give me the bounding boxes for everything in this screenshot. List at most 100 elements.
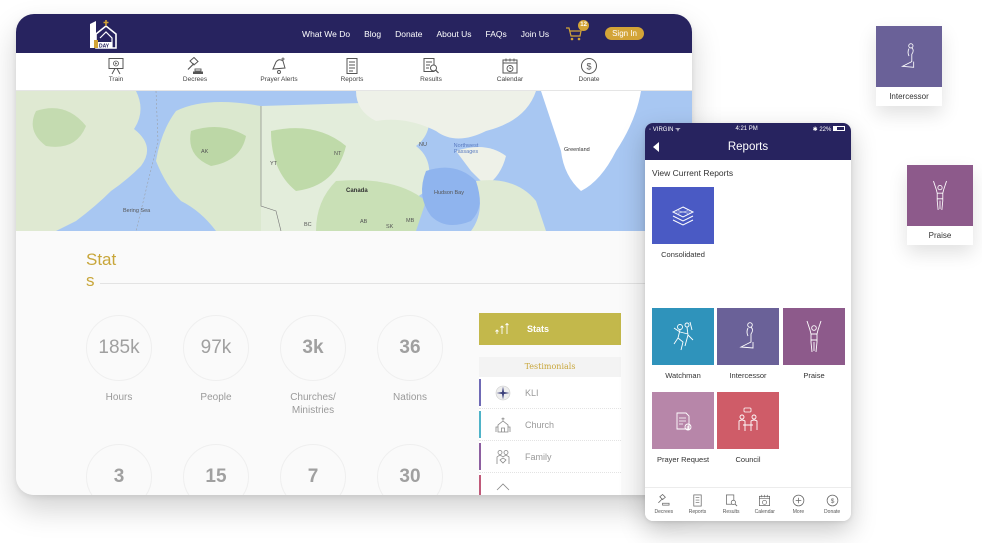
nav-about-us[interactable]: About Us [437,29,472,39]
tile-background [717,392,779,449]
tile-background [783,308,845,365]
calendar-icon [759,494,771,506]
gavel-icon [658,494,670,506]
map-label-greenland: Greenland [564,147,590,153]
tile-label: Watchman [665,371,701,380]
showcase-stage: DAY What We Do Blog Donate About Us FAQs… [0,0,982,543]
stats-divider [100,283,662,284]
subnav-donate[interactable]: $ Donate [559,57,619,83]
tab-label: Donate [824,509,841,515]
carrier-name: VIRGIN [652,127,674,133]
map-label-hudson-bay: Hudson Bay [434,190,464,196]
map-label-bc: BC [304,222,312,228]
card-background [907,165,973,226]
cart-button[interactable]: 12 [565,19,590,42]
map-label-nt: NT [334,151,342,157]
tile-label: Consolidated [661,250,705,259]
stat-nations: 36 Nations [377,315,443,404]
svg-text:$: $ [586,61,591,71]
tab-decrees[interactable]: Decrees [648,494,680,515]
card-label: Praise [928,231,952,240]
gavel-icon [187,57,203,74]
subnav-prayer-alerts[interactable]: Prayer Alerts [249,57,309,83]
tab-label: More [792,509,805,515]
battery-percent: 22% [819,126,832,133]
tile-watchman[interactable]: Watchman [652,308,714,380]
stat-value: 3 [86,444,152,495]
map-label-sk: SK [386,224,394,230]
nav-blog[interactable]: Blog [364,29,381,39]
svg-text:$: $ [830,498,834,505]
testimonial-label: KLI [525,387,539,398]
back-arrow-icon[interactable] [653,142,659,152]
nav-donate[interactable]: Donate [395,29,422,39]
tab-label: Results [722,509,740,515]
side-stats-button[interactable]: Stats [479,313,621,345]
nav-join-us[interactable]: Join Us [521,29,549,39]
subnav-results[interactable]: Results [401,57,461,95]
testimonial-family[interactable]: Family [479,441,621,473]
tile-consolidated[interactable]: Consolidated [652,187,714,259]
subnav-label: Reports [340,76,364,83]
tab-donate[interactable]: $ Donate [816,494,848,515]
tab-calendar[interactable]: Calendar [749,494,781,515]
tile-label: Praise [803,371,825,380]
calendar-icon [502,58,518,74]
subnav-reports[interactable]: Reports [322,57,382,83]
stat-hours: 185k Hours [86,315,152,404]
raised-hands-icon [806,320,822,352]
nav-faqs[interactable]: FAQs [485,29,506,39]
subnav-label: Train [108,76,124,83]
house-icon [496,482,510,490]
plus-circle-icon [792,494,805,507]
carrier-label: ◦ VIRGIN ᯤ [649,127,681,133]
tile-background [652,392,714,449]
tab-results[interactable]: Results [715,494,747,515]
stat-value: 36 [377,315,443,381]
tile-background [717,308,779,365]
map-label-nu: NU [419,142,427,148]
subnav-train[interactable]: Train [86,57,146,83]
stats-heading: Stats [86,250,117,290]
stat-churches: 3k Churches/ Ministries [280,315,346,417]
testimonial-church[interactable]: Church [479,409,621,441]
subnav-calendar[interactable]: Calendar [480,57,540,83]
search-report-icon [725,494,738,507]
sign-in-button[interactable]: Sign In [605,27,644,40]
results-map[interactable]: Bering Sea Canada Hudson Bay Northwest P… [16,91,692,231]
subnav-decrees[interactable]: Decrees [165,57,225,83]
tab-reports[interactable]: Reports [681,494,713,515]
tile-prayer-request[interactable]: Prayer Request [652,392,714,464]
tab-more[interactable]: More [782,494,814,515]
desktop-site-window: DAY What We Do Blog Donate About Us FAQs… [16,14,692,495]
tile-praise[interactable]: Praise [783,308,845,380]
mobile-app-window: ◦ VIRGIN ᯤ 4:21 PM ✱ 22% Reports View Cu… [645,123,851,521]
tile-label: Prayer Request [656,455,710,464]
floating-card-praise[interactable]: Praise [907,165,973,245]
dollar-icon: $ [826,494,838,507]
card-background [876,26,942,87]
stat-row2-3: 7 [280,444,346,495]
presentation-icon [108,58,124,75]
raised-hands-icon [933,180,947,210]
stat-people: 97k People [183,315,249,404]
logo-icon[interactable]: DAY [86,18,126,50]
top-nav-links: What We Do Blog Donate About Us FAQs Joi… [302,14,644,53]
kneeling-prayer-icon [900,42,915,68]
floating-card-intercessor[interactable]: Intercessor [876,26,942,106]
tile-intercessor[interactable]: Intercessor [717,308,779,380]
testimonial-partial[interactable] [479,473,621,495]
tile-council[interactable]: Council [717,392,779,464]
logo-text: DAY [99,43,110,49]
testimonial-kli[interactable]: KLI [479,377,621,409]
phone-tab-bar: Decrees Reports Results Calendar More $ … [645,487,851,521]
church-icon [495,417,511,432]
phone-header: Reports [645,135,851,160]
map-label-northwest-passages: Northwest Passages [453,143,479,155]
stats-section: Stats 185k Hours 97k People 3k Churches/… [16,231,692,495]
card-label: Intercessor [889,92,929,101]
stat-label: Hours [105,392,133,403]
nav-what-we-do[interactable]: What We Do [302,29,350,39]
bell-icon [272,57,286,74]
compass-icon [495,385,511,400]
